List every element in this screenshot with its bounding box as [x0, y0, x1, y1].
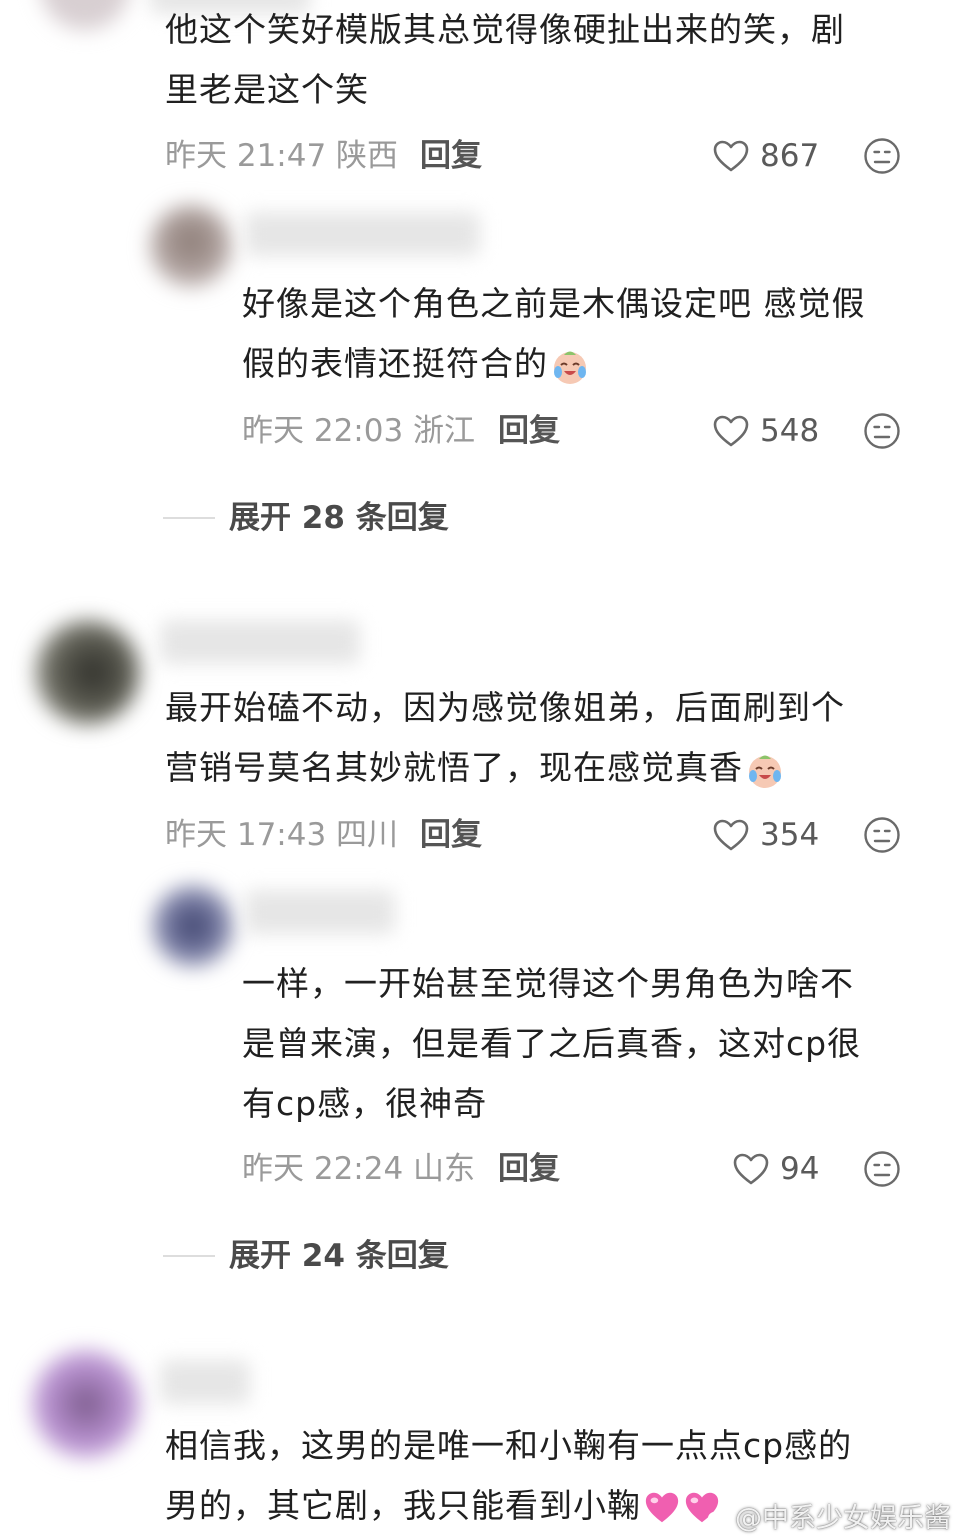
comment-line-text: 营销号莫名其妙就悟了，现在感觉真香 — [165, 748, 743, 787]
neutral-face-icon[interactable] — [862, 815, 902, 855]
comment-line-text: 男的，其它剧，我只能看到小鞠 — [165, 1486, 641, 1525]
username-blurred[interactable] — [160, 620, 360, 664]
expand-replies-button[interactable]: 展开 28 条回复 — [163, 498, 449, 538]
comment-text: 最开始磕不动，因为感觉像姐弟，后面刷到个 营销号莫名其妙就悟了，现在感觉真香 — [165, 678, 935, 798]
crying-laughing-face-emoji — [554, 351, 586, 384]
comment-meta: 昨天 21:47 陕西 — [165, 138, 399, 174]
neutral-face-icon[interactable] — [862, 136, 902, 176]
like-button[interactable]: 94 — [732, 1149, 819, 1189]
avatar[interactable] — [150, 205, 232, 287]
username-blurred[interactable] — [245, 890, 395, 934]
divider — [163, 1255, 215, 1257]
like-count: 354 — [760, 817, 820, 853]
reply-button[interactable]: 回复 — [420, 815, 482, 855]
expand-replies-label: 展开 24 条回复 — [229, 1238, 449, 1274]
avatar[interactable] — [40, 0, 130, 30]
comment-line: 是曾来演，但是看了之后真香，这对cp很 — [242, 1024, 862, 1063]
comment-meta: 昨天 17:43 四川 — [165, 817, 399, 853]
comment-meta: 昨天 22:03 浙江 — [242, 413, 476, 449]
watermark: @中系少女娱乐酱 — [707, 1496, 951, 1535]
expand-replies-label: 展开 28 条回复 — [229, 500, 449, 536]
expand-replies-button[interactable]: 展开 24 条回复 — [163, 1236, 449, 1276]
neutral-face-icon[interactable] — [862, 1149, 902, 1189]
comment-line: 相信我，这男的是唯一和小鞠有一点点cp感的 — [165, 1426, 853, 1465]
heart-outline-icon — [733, 1153, 769, 1185]
avatar[interactable] — [32, 1350, 140, 1458]
comment-line: 最开始磕不动，因为感觉像姐弟，后面刷到个 — [165, 688, 845, 727]
avatar[interactable] — [35, 620, 140, 725]
like-button[interactable]: 354 — [712, 815, 819, 855]
divider — [163, 517, 215, 519]
weibo-logo-icon — [708, 1506, 729, 1525]
heart-outline-icon — [713, 415, 749, 447]
like-button[interactable]: 548 — [712, 411, 819, 451]
like-count: 867 — [760, 138, 820, 174]
like-button[interactable]: 867 — [712, 136, 819, 176]
neutral-face-icon[interactable] — [862, 411, 902, 451]
heart-outline-icon — [713, 140, 749, 172]
watermark-text: @中系少女娱乐酱 — [735, 1503, 951, 1534]
comment-line: 假的表情还挺符合的 — [242, 334, 932, 394]
comment-line: 他这个笑好模版其总觉得像硬扯出来的笑，剧 — [165, 10, 845, 49]
comment-text: 一样，一开始甚至觉得这个男角色为啥不 是曾来演，但是看了之后真香，这对cp很 有… — [242, 954, 932, 1134]
comment-line-text: 假的表情还挺符合的 — [242, 344, 548, 383]
comment-line: 一样，一开始甚至觉得这个男角色为啥不 — [242, 964, 854, 1003]
like-count: 548 — [760, 413, 820, 449]
comment-line: 有cp感，很神奇 — [242, 1084, 488, 1123]
like-count: 94 — [780, 1151, 820, 1187]
comment-text: 好像是这个角色之前是木偶设定吧 感觉假 假的表情还挺符合的 — [242, 274, 932, 394]
comment-line: 里老是这个笑 — [165, 70, 369, 109]
heart-outline-icon — [713, 819, 749, 851]
username-blurred[interactable] — [245, 212, 480, 256]
comment-meta: 昨天 22:24 山东 — [242, 1151, 476, 1187]
comment-line: 营销号莫名其妙就悟了，现在感觉真香 — [165, 738, 935, 798]
comment-line: 好像是这个角色之前是木偶设定吧 感觉假 — [242, 284, 866, 323]
reply-button[interactable]: 回复 — [498, 411, 560, 451]
avatar[interactable] — [152, 885, 234, 967]
reply-button[interactable]: 回复 — [498, 1149, 560, 1189]
comment-feed: 他这个笑好模版其总觉得像硬扯出来的笑，剧 里老是这个笑 昨天 21:47 陕西 … — [0, 0, 957, 1537]
username-blurred[interactable] — [160, 1360, 250, 1404]
crying-laughing-face-emoji — [749, 755, 781, 788]
comment-text: 他这个笑好模版其总觉得像硬扯出来的笑，剧 里老是这个笑 — [165, 0, 925, 120]
pink-heart-emoji — [645, 1492, 679, 1522]
reply-button[interactable]: 回复 — [420, 136, 482, 176]
